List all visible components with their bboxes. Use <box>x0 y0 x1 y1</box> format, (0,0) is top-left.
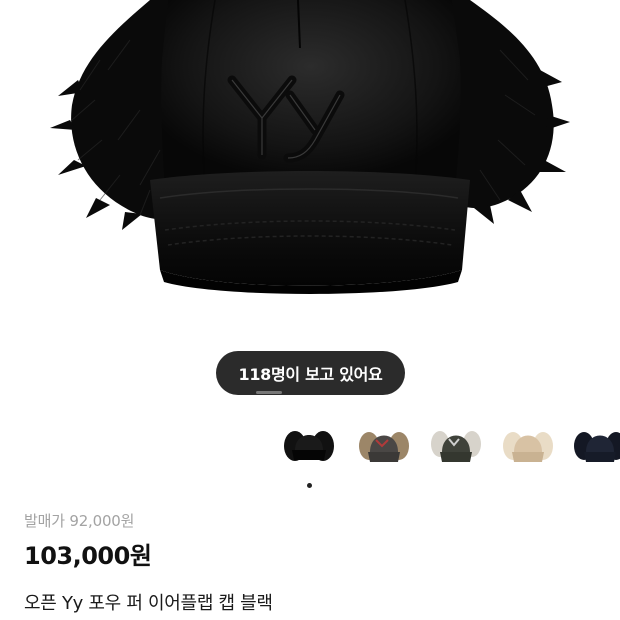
color-option-thumbnails <box>0 420 620 472</box>
viewer-count-badge: 118명이 보고 있어요 <box>216 351 405 395</box>
thumbnail-grey[interactable] <box>356 420 412 472</box>
thumbnail-black[interactable] <box>281 420 337 472</box>
current-price: 103,000원 <box>24 542 152 570</box>
grey-tan-cap-thumbnail-icon <box>359 432 409 462</box>
carousel-page-dot <box>307 483 312 488</box>
product-name: 오픈 Yy 포우 퍼 이어플랩 캡 블랙 <box>24 593 273 614</box>
release-price: 발매가 92,000원 <box>24 512 135 530</box>
thumbnail-olive[interactable] <box>428 420 484 472</box>
image-scroll-indicator <box>256 391 282 394</box>
black-cap-thumbnail-icon <box>284 431 334 461</box>
beige-cap-thumbnail-icon <box>503 432 553 462</box>
product-hero-image[interactable] <box>0 0 620 330</box>
olive-cap-thumbnail-icon <box>431 431 481 462</box>
viewer-count-label: 118명이 보고 있어요 <box>238 365 383 384</box>
black-fur-cap-illustration <box>50 0 570 294</box>
navy-cap-thumbnail-icon <box>574 432 620 462</box>
thumbnail-navy[interactable] <box>572 420 620 472</box>
thumbnail-beige[interactable] <box>500 420 556 472</box>
